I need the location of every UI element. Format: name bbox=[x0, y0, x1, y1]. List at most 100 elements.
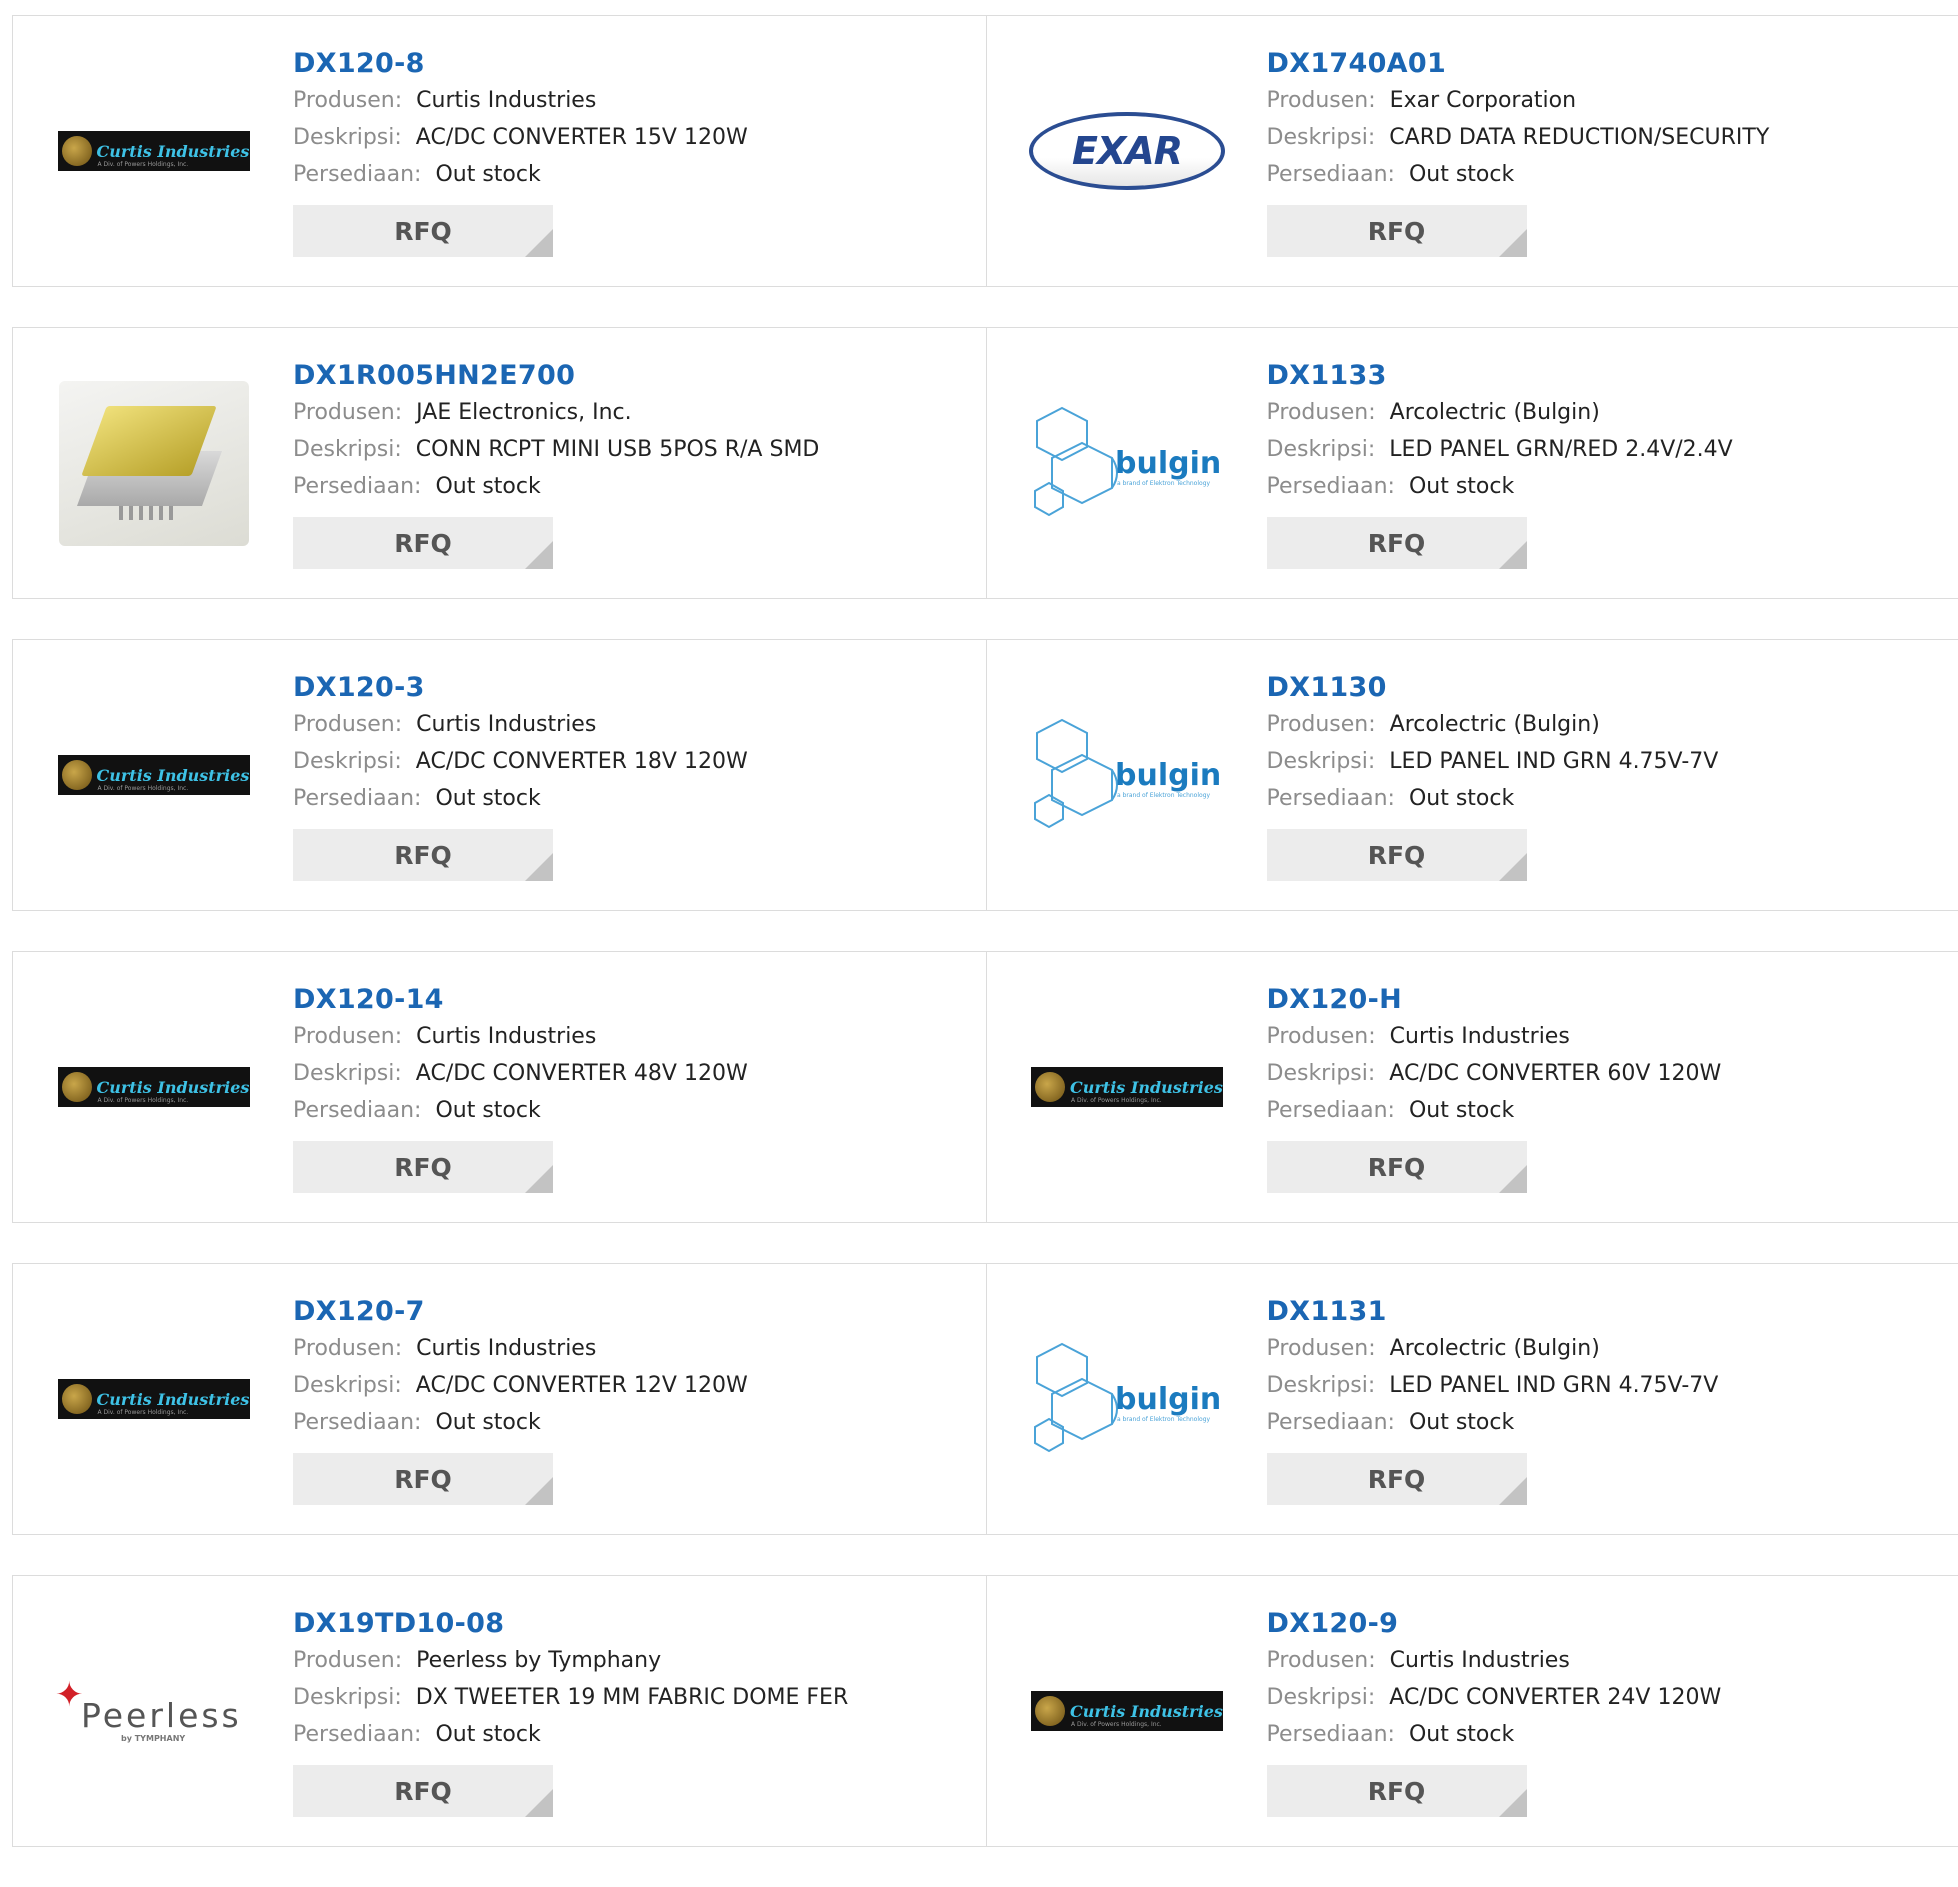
part-number-link[interactable]: DX19TD10-08 bbox=[293, 1606, 848, 1642]
product-list: Curtis IndustriesA Div. of Powers Holdin… bbox=[12, 15, 1958, 1887]
product-row: Curtis IndustriesA Div. of Powers Holdin… bbox=[12, 1263, 1958, 1535]
exar-logo: EXAR bbox=[1029, 112, 1225, 190]
manufacturer-logo: bulgina brand of Elektron Technology bbox=[1025, 403, 1230, 523]
manufacturer-field: Produsen:Arcolectric (Bulgin) bbox=[1267, 1330, 1719, 1367]
logo-text: EXAR bbox=[1072, 129, 1182, 173]
part-number-link[interactable]: DX120-H bbox=[1267, 982, 1722, 1018]
stock-value: Out stock bbox=[1409, 1098, 1514, 1123]
rfq-button[interactable]: RFQ bbox=[293, 829, 553, 881]
globe-icon bbox=[1035, 1696, 1065, 1726]
product-info: DX120-8 Produsen:Curtis Industries Deskr… bbox=[293, 46, 748, 257]
part-number-link[interactable]: DX120-7 bbox=[293, 1294, 748, 1330]
stock-value: Out stock bbox=[1409, 162, 1514, 187]
stock-field: Persediaan:Out stock bbox=[293, 468, 819, 505]
description-label: Deskripsi: bbox=[293, 1061, 402, 1086]
stock-label: Persediaan: bbox=[1267, 1722, 1395, 1747]
button-corner-decoration bbox=[1499, 229, 1527, 257]
rfq-button[interactable]: RFQ bbox=[293, 205, 553, 257]
manufacturer-field: Produsen:Arcolectric (Bulgin) bbox=[1267, 394, 1733, 431]
stock-value: Out stock bbox=[435, 1410, 540, 1435]
description-label: Deskripsi: bbox=[293, 749, 402, 774]
hexagon-icon: bulgina brand of Elektron Technology bbox=[1027, 715, 1227, 835]
hexagon-icon: bulgina brand of Elektron Technology bbox=[1027, 1339, 1227, 1459]
globe-icon bbox=[1035, 1072, 1065, 1102]
part-number-link[interactable]: DX120-9 bbox=[1267, 1606, 1722, 1642]
stock-value: Out stock bbox=[435, 1098, 540, 1123]
product-card: bulgina brand of Elektron Technology DX1… bbox=[986, 328, 1958, 598]
part-number-link[interactable]: DX120-14 bbox=[293, 982, 748, 1018]
rfq-button[interactable]: RFQ bbox=[1267, 1453, 1527, 1505]
stock-field: Persediaan:Out stock bbox=[1267, 1716, 1722, 1753]
description-label: Deskripsi: bbox=[293, 125, 402, 150]
rfq-button[interactable]: RFQ bbox=[1267, 829, 1527, 881]
product-row: Curtis IndustriesA Div. of Powers Holdin… bbox=[12, 951, 1958, 1223]
stock-field: Persediaan:Out stock bbox=[293, 1092, 748, 1129]
usb-connector-photo bbox=[59, 381, 249, 546]
button-corner-decoration bbox=[525, 1477, 553, 1505]
description-value: DX TWEETER 19 MM FABRIC DOME FER bbox=[416, 1685, 848, 1710]
bulgin-logo: bulgina brand of Elektron Technology bbox=[1027, 1339, 1227, 1459]
part-number-link[interactable]: DX1740A01 bbox=[1267, 46, 1770, 82]
star-icon: ✦ bbox=[55, 1678, 84, 1712]
logo-text: bulgin bbox=[1115, 758, 1221, 793]
description-value: CONN RCPT MINI USB 5POS R/A SMD bbox=[416, 437, 820, 462]
description-value: LED PANEL IND GRN 4.75V-7V bbox=[1389, 1373, 1718, 1398]
part-number-link[interactable]: DX120-8 bbox=[293, 46, 748, 82]
curtis-industries-logo: Curtis IndustriesA Div. of Powers Holdin… bbox=[1031, 1067, 1223, 1107]
stock-value: Out stock bbox=[1409, 474, 1514, 499]
manufacturer-value: Arcolectric (Bulgin) bbox=[1390, 400, 1600, 425]
logo-text: Curtis Industries bbox=[97, 1390, 250, 1409]
rfq-button[interactable]: RFQ bbox=[1267, 1765, 1527, 1817]
description-field: Deskripsi:AC/DC CONVERTER 60V 120W bbox=[1267, 1055, 1722, 1092]
rfq-button[interactable]: RFQ bbox=[293, 1453, 553, 1505]
globe-icon bbox=[62, 1072, 92, 1102]
bulgin-logo: bulgina brand of Elektron Technology bbox=[1027, 403, 1227, 523]
stock-label: Persediaan: bbox=[1267, 162, 1395, 187]
description-label: Deskripsi: bbox=[1267, 1373, 1376, 1398]
logo-subtext: A Div. of Powers Holdings, Inc. bbox=[98, 785, 189, 792]
rfq-button[interactable]: RFQ bbox=[1267, 517, 1527, 569]
product-card: Curtis IndustriesA Div. of Powers Holdin… bbox=[13, 1264, 986, 1534]
product-card: Curtis IndustriesA Div. of Powers Holdin… bbox=[13, 952, 986, 1222]
stock-value: Out stock bbox=[435, 1722, 540, 1747]
description-value: CARD DATA REDUCTION/SECURITY bbox=[1389, 125, 1769, 150]
logo-text: Curtis Industries bbox=[97, 142, 250, 161]
button-corner-decoration bbox=[1499, 1477, 1527, 1505]
button-corner-decoration bbox=[525, 1789, 553, 1817]
part-number-link[interactable]: DX1R005HN2E700 bbox=[293, 358, 819, 394]
rfq-button[interactable]: RFQ bbox=[293, 1141, 553, 1193]
part-number-link[interactable]: DX1130 bbox=[1267, 670, 1719, 706]
stock-field: Persediaan:Out stock bbox=[293, 156, 748, 193]
rfq-button-label: RFQ bbox=[1368, 1153, 1426, 1182]
part-number-link[interactable]: DX1133 bbox=[1267, 358, 1733, 394]
part-number-link[interactable]: DX120-3 bbox=[293, 670, 748, 706]
rfq-button[interactable]: RFQ bbox=[293, 517, 553, 569]
description-field: Deskripsi:CONN RCPT MINI USB 5POS R/A SM… bbox=[293, 431, 819, 468]
manufacturer-value: Curtis Industries bbox=[416, 1336, 596, 1361]
description-field: Deskripsi:AC/DC CONVERTER 24V 120W bbox=[1267, 1679, 1722, 1716]
product-info: DX1R005HN2E700 Produsen:JAE Electronics,… bbox=[293, 358, 819, 569]
product-row: DX1R005HN2E700 Produsen:JAE Electronics,… bbox=[12, 327, 1958, 599]
product-info: DX1740A01 Produsen:Exar Corporation Desk… bbox=[1267, 46, 1770, 257]
rfq-button-label: RFQ bbox=[394, 1465, 452, 1494]
rfq-button[interactable]: RFQ bbox=[1267, 1141, 1527, 1193]
logo-text: Curtis Industries bbox=[97, 766, 250, 785]
description-label: Deskripsi: bbox=[293, 1373, 402, 1398]
product-card: Curtis IndustriesA Div. of Powers Holdin… bbox=[986, 1576, 1958, 1846]
button-corner-decoration bbox=[1499, 541, 1527, 569]
product-info: DX1131 Produsen:Arcolectric (Bulgin) Des… bbox=[1267, 1294, 1719, 1505]
stock-label: Persediaan: bbox=[293, 1722, 421, 1747]
manufacturer-logo: Curtis IndustriesA Div. of Powers Holdin… bbox=[1025, 1651, 1230, 1771]
rfq-button[interactable]: RFQ bbox=[1267, 205, 1527, 257]
logo-subtext: A Div. of Powers Holdings, Inc. bbox=[98, 1097, 189, 1104]
stock-label: Persediaan: bbox=[1267, 1410, 1395, 1435]
product-info: DX120-7 Produsen:Curtis Industries Deskr… bbox=[293, 1294, 748, 1505]
product-info: DX120-14 Produsen:Curtis Industries Desk… bbox=[293, 982, 748, 1193]
part-number-link[interactable]: DX1131 bbox=[1267, 1294, 1719, 1330]
manufacturer-label: Produsen: bbox=[1267, 1336, 1376, 1361]
description-field: Deskripsi:CARD DATA REDUCTION/SECURITY bbox=[1267, 119, 1770, 156]
globe-icon bbox=[62, 136, 92, 166]
rfq-button[interactable]: RFQ bbox=[293, 1765, 553, 1817]
hexagon-icon: bulgina brand of Elektron Technology bbox=[1027, 403, 1227, 523]
rfq-button-label: RFQ bbox=[1368, 217, 1426, 246]
